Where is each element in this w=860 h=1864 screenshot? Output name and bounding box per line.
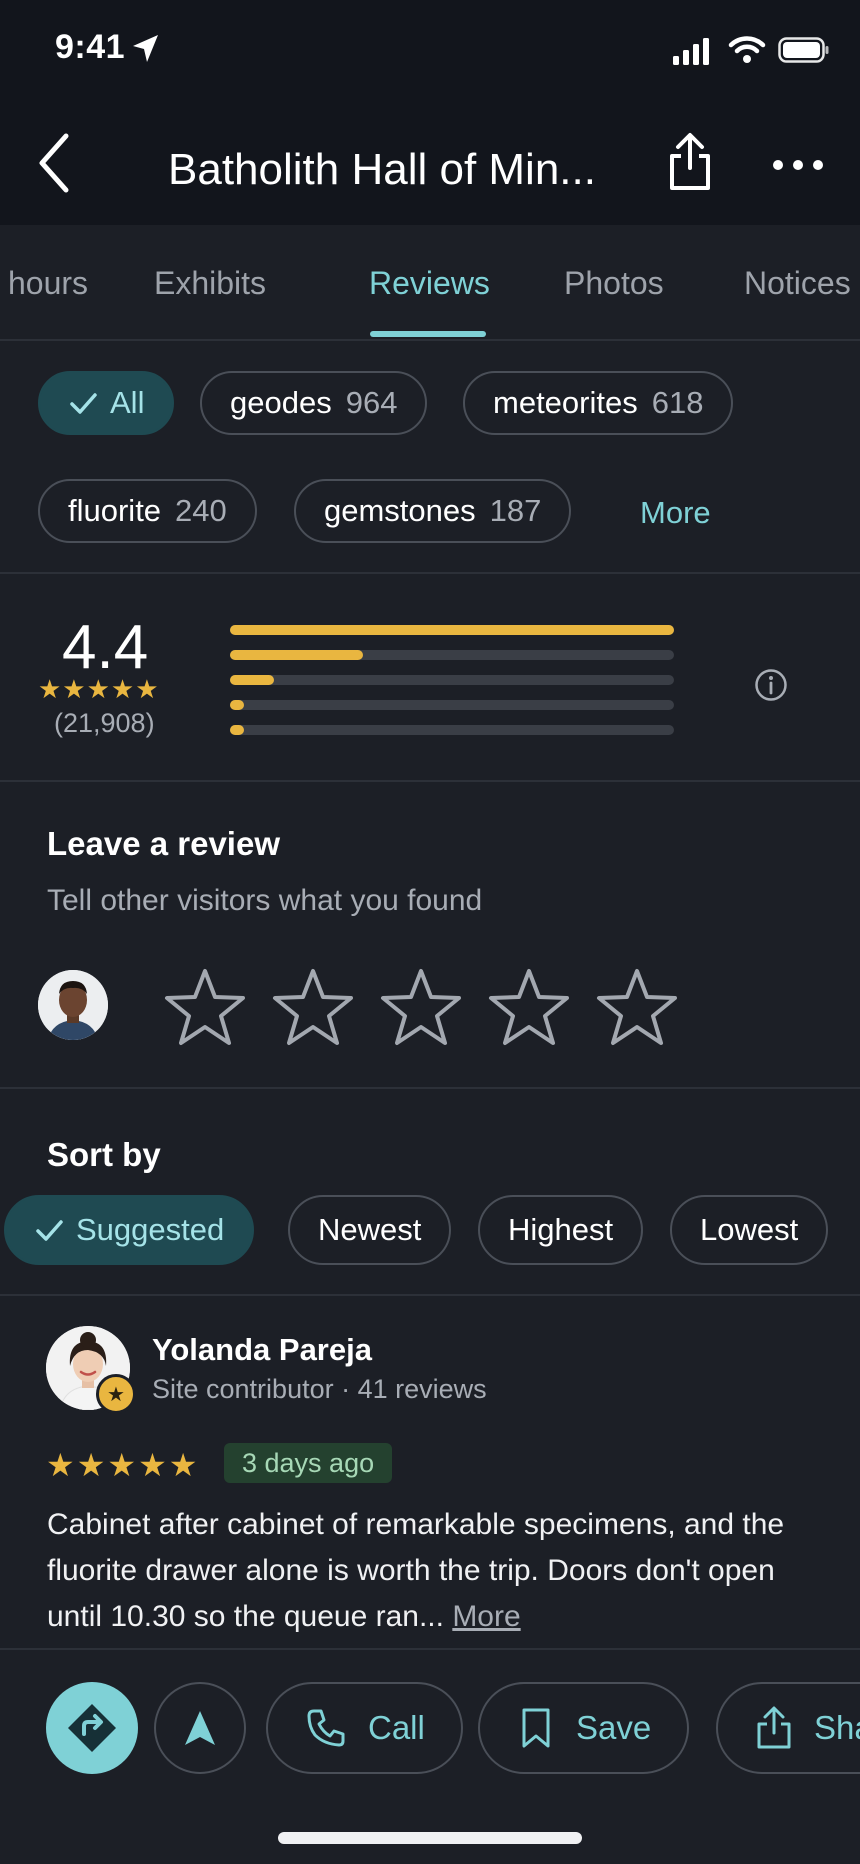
filter-chip-label: gemstones: [324, 493, 476, 528]
navigation-arrow-icon: [185, 1711, 215, 1745]
phone-icon: [307, 1709, 345, 1747]
rating-bar-fill: [230, 675, 274, 685]
star-3-icon[interactable]: [379, 965, 463, 1049]
leave-review-title: Leave a review: [47, 825, 280, 862]
rating-bar-4-star: [230, 650, 674, 660]
more-options-icon[interactable]: [770, 150, 826, 180]
sort-chip-newest[interactable]: Newest: [288, 1195, 452, 1265]
divider: [0, 572, 860, 574]
filter-chip-count: 240: [175, 493, 227, 528]
filter-chip-count: 618: [651, 385, 704, 420]
divider: [0, 780, 860, 782]
star-1-icon[interactable]: [163, 965, 247, 1049]
check-icon: [70, 393, 97, 414]
active-tab-indicator: [370, 331, 486, 337]
star-5-icon[interactable]: [595, 965, 679, 1049]
bookmark-icon: [522, 1708, 550, 1748]
filter-chip-gemstones[interactable]: gemstones 187: [294, 479, 572, 543]
status-time: 9:41: [55, 28, 126, 66]
check-icon: [36, 1220, 63, 1241]
review-body: Cabinet after cabinet of remarkable spec…: [47, 1508, 785, 1633]
average-rating: 4.4: [62, 613, 149, 682]
back-chevron-icon[interactable]: [30, 128, 80, 198]
rating-bar-fill: [230, 625, 674, 635]
tab-hours[interactable]: hours: [8, 265, 88, 302]
sort-chip-label: Highest: [508, 1212, 614, 1247]
review-count: (21,908): [54, 708, 155, 738]
location-arrow-icon: [133, 35, 158, 62]
filter-chip-count: 187: [489, 493, 542, 528]
filter-chip-all[interactable]: All: [38, 371, 175, 435]
save-button[interactable]: Save: [478, 1682, 690, 1774]
tab-notices[interactable]: Notices: [744, 265, 851, 302]
rating-bar-3-star: [230, 675, 674, 685]
user-avatar: [38, 970, 108, 1040]
review-stars: ★★★★★: [46, 1447, 200, 1483]
app-screen: 9:41 Batholith Hall of Min... hours Exhi…: [0, 0, 860, 1864]
page-title: Batholith Hall of Min...: [168, 145, 596, 194]
call-button[interactable]: Call: [266, 1682, 463, 1774]
share-label: Sha: [814, 1709, 860, 1746]
filter-chip-label: fluorite: [68, 493, 162, 528]
navigate-button[interactable]: [154, 1682, 246, 1774]
rating-bar-5-star: [230, 625, 674, 635]
directions-button[interactable]: [46, 1682, 138, 1774]
more-filters-link[interactable]: More: [640, 495, 711, 531]
sort-chip-lowest[interactable]: Lowest: [670, 1195, 829, 1265]
filter-chip-geodes[interactable]: geodes 964: [200, 371, 428, 435]
sort-chip-suggested[interactable]: Suggested: [4, 1195, 255, 1265]
star-2-icon[interactable]: [271, 965, 355, 1049]
rating-bar-2-star: [230, 700, 674, 710]
average-rating-stars: ★★★★★: [38, 674, 160, 704]
tab-reviews[interactable]: Reviews: [369, 265, 490, 302]
sort-title: Sort by: [47, 1136, 161, 1173]
rating-bar-fill: [230, 700, 244, 710]
sort-chip-label: Suggested: [76, 1212, 225, 1247]
rating-bar-fill: [230, 725, 244, 735]
review-date-badge: 3 days ago: [224, 1443, 393, 1483]
tab-exhibits[interactable]: Exhibits: [154, 265, 266, 302]
tab-bar: hours Exhibits Reviews Photos Notices: [0, 225, 860, 341]
battery-icon: [778, 37, 829, 63]
sort-chip-label: Lowest: [700, 1212, 799, 1247]
sort-chip-highest[interactable]: Highest: [478, 1195, 644, 1265]
reviewer-name[interactable]: Yolanda Pareja: [152, 1332, 372, 1368]
rating-bar-1-star: [230, 725, 674, 735]
filter-chip-fluorite[interactable]: fluorite 240: [38, 479, 257, 543]
filter-chip-label: meteorites: [493, 385, 638, 420]
star-4-icon[interactable]: [487, 965, 571, 1049]
share-icon[interactable]: [664, 130, 716, 194]
reviewer-meta: Site contributor · 41 reviews: [152, 1374, 487, 1404]
top-bar: 9:41 Batholith Hall of Min...: [0, 0, 860, 225]
user-avatar-image: [38, 970, 108, 1040]
call-label: Call: [368, 1709, 425, 1746]
home-indicator: [278, 1832, 582, 1844]
directions-icon: [68, 1704, 116, 1752]
save-label: Save: [576, 1709, 652, 1746]
filter-chip-label: geodes: [230, 385, 332, 420]
review-text: Cabinet after cabinet of remarkable spec…: [47, 1502, 807, 1640]
share-button[interactable]: Sha: [716, 1682, 860, 1774]
leave-review-subtitle: Tell other visitors what you found: [47, 884, 483, 917]
filter-chip-meteorites[interactable]: meteorites 618: [463, 371, 734, 435]
rating-bar-fill: [230, 650, 363, 660]
share-icon: [757, 1706, 791, 1749]
sort-chip-label: Newest: [318, 1212, 422, 1247]
wifi-icon: [728, 36, 766, 63]
info-icon[interactable]: [754, 668, 788, 702]
contributor-star-icon: ★: [96, 1374, 136, 1414]
divider: [0, 1087, 860, 1089]
review-more-link[interactable]: More: [452, 1600, 520, 1633]
divider: [0, 1294, 860, 1296]
tab-photos[interactable]: Photos: [564, 265, 664, 302]
filter-chip-label: All: [110, 385, 145, 420]
filter-chip-count: 964: [345, 385, 398, 420]
signal-icon: [673, 38, 709, 65]
